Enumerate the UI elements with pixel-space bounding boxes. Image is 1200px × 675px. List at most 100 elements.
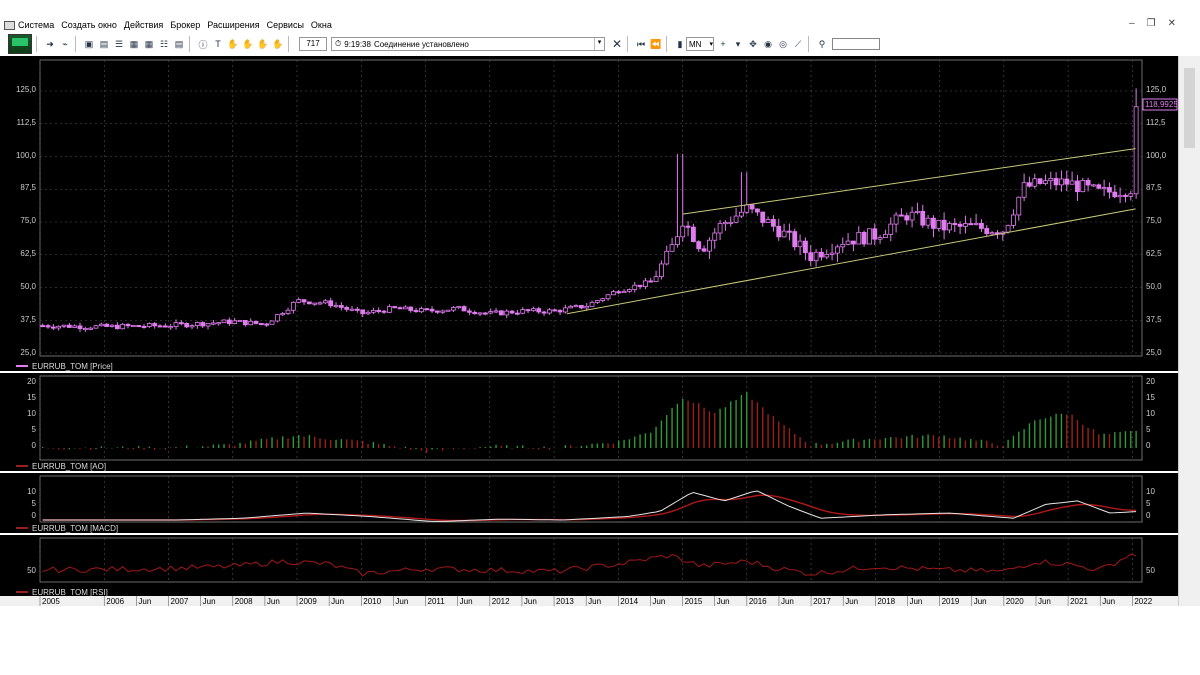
timeframe-value: MN (689, 39, 702, 49)
candle-body (984, 228, 990, 235)
prev-icon[interactable]: ⏪ (650, 38, 662, 50)
candle-body (723, 222, 728, 225)
list-icon-2[interactable]: ☷ (158, 38, 170, 50)
bars-icon[interactable]: ▮ (674, 38, 686, 50)
candle-body (931, 217, 936, 229)
menu-extensions[interactable]: Расширения (207, 20, 259, 30)
minimize-icon[interactable]: – (1129, 18, 1135, 29)
candle-body (248, 320, 254, 326)
hand-icon-2[interactable]: ✋ (242, 38, 254, 50)
text-icon[interactable]: T (212, 38, 224, 50)
ruler-icon[interactable]: ⟋ (792, 38, 804, 50)
candle-body (232, 320, 238, 324)
target-icon[interactable]: ◉ (762, 38, 774, 50)
timeline-label: Jun (395, 597, 408, 606)
crosshair-icon[interactable]: + (717, 38, 729, 50)
search-input[interactable] (832, 38, 880, 50)
table-icon-3[interactable]: ▤ (173, 38, 185, 50)
pointer-icon[interactable]: ➜ (44, 38, 56, 50)
timeline-label: 2020 (1006, 597, 1024, 606)
candle-body (290, 301, 296, 311)
menu-actions[interactable]: Действия (124, 20, 163, 30)
close-window-icon[interactable]: ✕ (1168, 18, 1176, 29)
candle-body (589, 301, 595, 307)
candle-body (456, 306, 462, 309)
candle-body (824, 253, 830, 258)
price-ytick-right-3: 87,5 (1146, 183, 1162, 192)
search-icon[interactable]: ⚲ (816, 38, 828, 50)
candle-body (1037, 178, 1043, 184)
hand-icon-3[interactable]: ✋ (257, 38, 269, 50)
table-icon-2[interactable]: ▦ (128, 38, 140, 50)
hand-icon[interactable]: ✋ (227, 38, 239, 50)
hand-icon-4[interactable]: ✋ (272, 38, 284, 50)
candle-body (136, 325, 142, 328)
ao-ytick-right-1: 15 (1146, 393, 1155, 402)
circle-icon[interactable]: ◎ (777, 38, 789, 50)
timeline-label: 2007 (171, 597, 189, 606)
list-icon[interactable]: ☰ (113, 38, 125, 50)
timeline-label: Jun (652, 597, 665, 606)
candle-body (205, 322, 211, 327)
rsi-legend: EURRUB_TOM [RSI] (32, 588, 108, 597)
candle-body (813, 251, 819, 262)
candle-body (856, 231, 862, 245)
first-icon[interactable]: ⏮ (635, 38, 647, 50)
menu-system[interactable]: Система (18, 20, 54, 30)
count-field[interactable]: 717 (299, 37, 327, 51)
scrollbar-thumb[interactable] (1184, 68, 1195, 148)
candle-body (114, 324, 120, 330)
timeline-label: 2015 (685, 597, 703, 606)
info-icon[interactable]: ⓘ (197, 38, 209, 50)
candle-body (664, 250, 670, 265)
price-ytick-left-0: 125,0 (16, 85, 37, 94)
table-icon[interactable]: ▤ (98, 38, 110, 50)
candle-body (835, 246, 840, 254)
menu-broker[interactable]: Брокер (170, 20, 200, 30)
candle-body (947, 223, 952, 231)
candle-body (744, 204, 750, 213)
price-legend: EURRUB_TOM [Price] (32, 362, 113, 371)
candle-body (632, 284, 638, 290)
menu-windows[interactable]: Окна (311, 20, 332, 30)
candle-body (338, 305, 344, 308)
chart-svg[interactable]: EURRUB_TOM [Price] EURRUB_TOM [AO] EURRU… (0, 56, 1178, 606)
candle-body (93, 325, 99, 329)
timeline-label: Jun (781, 597, 794, 606)
candle-body (344, 307, 350, 310)
timeline-label: Jun (203, 597, 216, 606)
price-ytick-right-7: 37,5 (1146, 315, 1162, 324)
timeframe-select[interactable]: MN ▾ (686, 37, 714, 51)
candle-body (461, 306, 467, 312)
candle-body (819, 251, 824, 258)
close-icon[interactable]: ✕ (611, 37, 623, 51)
candle-body (1043, 180, 1048, 184)
candle-body (237, 320, 243, 323)
candle-body (493, 310, 499, 313)
restore-icon[interactable]: ❐ (1147, 18, 1156, 29)
chart-area[interactable]: EURRUB_TOM [Price] EURRUB_TOM [AO] EURRU… (0, 56, 1178, 606)
menu-services[interactable]: Сервисы (267, 20, 304, 30)
dropdown-arrow-icon[interactable]: ▾ (732, 38, 744, 50)
candle-body (605, 294, 611, 300)
grid-icon[interactable]: ▦ (143, 38, 155, 50)
timeline-label: Jun (588, 597, 601, 606)
chart-icon[interactable]: ⌁ (59, 38, 71, 50)
candle-body (392, 306, 398, 309)
candle-body (728, 221, 734, 224)
window-icon[interactable]: ▣ (83, 38, 95, 50)
candle-body (808, 252, 814, 262)
candle-body (162, 325, 168, 328)
connection-status-dropdown[interactable]: ⏱ 9:19:38 Соединение установлено ▾ (331, 37, 605, 51)
candle-body (168, 326, 174, 329)
candle-body (370, 310, 376, 313)
candle-body (1133, 106, 1139, 195)
macd-ytick-right-0: 10 (1146, 487, 1155, 496)
menu-new-window[interactable]: Создать окно (61, 20, 117, 30)
chevron-down-icon[interactable]: ▾ (594, 38, 604, 50)
move-icon[interactable]: ✥ (747, 38, 759, 50)
price-ytick-left-1: 112,5 (17, 118, 37, 127)
vertical-scrollbar[interactable] (1178, 56, 1200, 606)
system-menu-icon[interactable] (4, 20, 15, 30)
candle-body (1096, 184, 1102, 189)
